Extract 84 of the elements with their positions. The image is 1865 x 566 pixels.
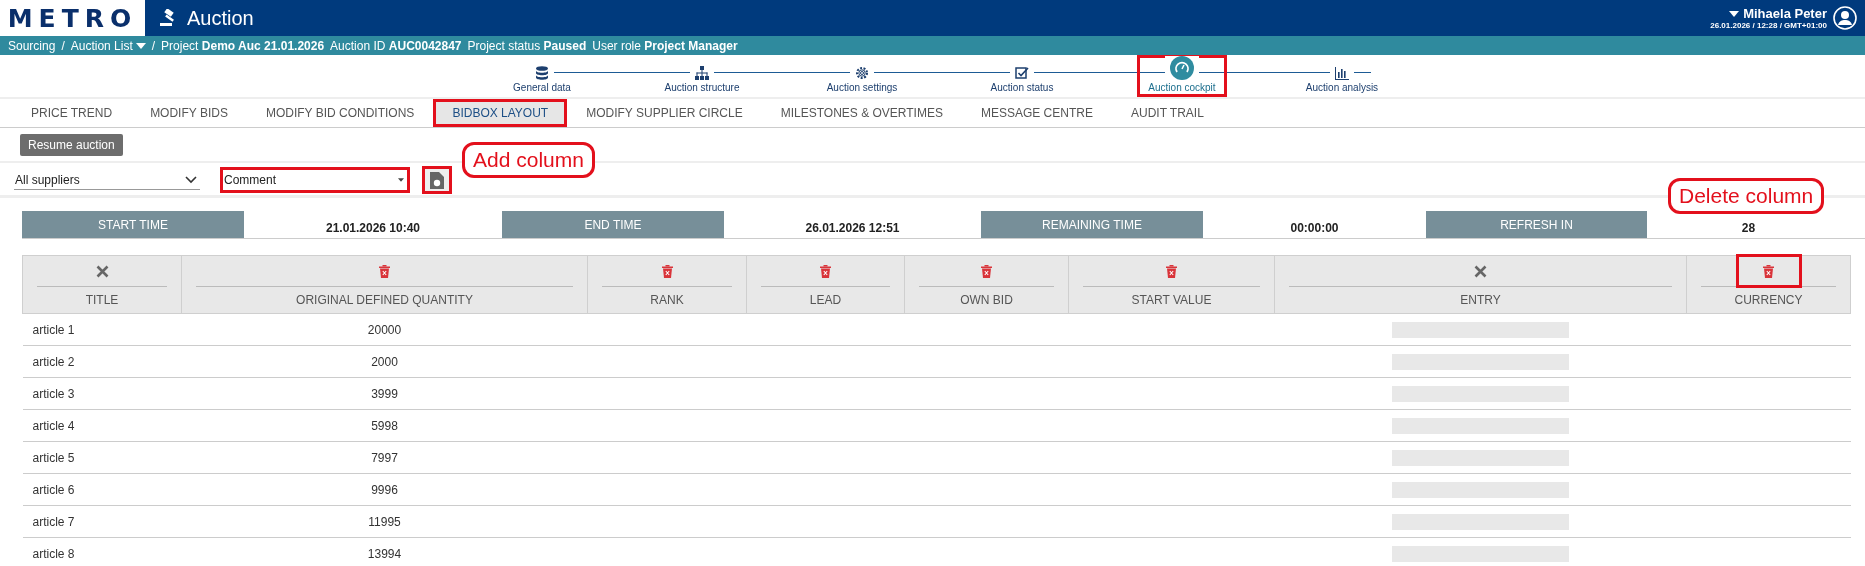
trash-icon [1166,264,1177,278]
gear-icon [855,66,869,80]
project-detail: Project status Paused [467,38,587,53]
caret-icon [1729,10,1740,17]
close-icon [1474,264,1487,278]
tab[interactable]: MODIFY BID CONDITIONS [246,99,434,127]
wizard-step[interactable]: Auction cockpit [1137,55,1227,97]
session-info: 26.01.2026 / 12:28 / GMT+01:00 [1710,21,1827,30]
column-header: START VALUE [1130,292,1213,309]
supplier-dropdown[interactable]: All suppliers [14,170,200,190]
database-icon [535,66,549,80]
annotation-callout: Add column [462,142,595,178]
table-cell: article 3 [32,386,75,401]
time-label: END TIME [502,211,724,238]
time-value: 26.01.2026 12:51 [804,219,901,237]
table-cell: 11995 [368,514,401,529]
column-header: LEAD [808,292,843,309]
trash-icon [981,264,992,278]
column-header: CURRENCY [1733,292,1804,309]
document-icon [430,171,444,189]
caret-icon [135,42,146,49]
wizard-step[interactable]: Auction status [942,55,1102,97]
annotation-callout: Delete column [1668,178,1825,214]
wizard-step[interactable]: Auction settings [782,55,942,97]
trash-icon [379,264,390,278]
trash-icon [1763,264,1774,278]
table-cell: article 2 [32,354,75,369]
time-label: START TIME [22,211,244,238]
checkbox-icon [1015,66,1029,80]
breadcrumb-dropdown[interactable]: Auction List [70,38,146,53]
wizard-step[interactable]: Auction structure [622,55,782,97]
add-column-button[interactable] [422,166,452,194]
table-cell: article 1 [32,322,75,337]
tab[interactable]: BIDBOX LAYOUT [433,99,568,127]
time-label: REMAINING TIME [981,211,1203,238]
tab[interactable]: PRICE TREND [12,99,132,127]
hierarchy-icon [695,66,709,80]
caret-icon [398,178,404,182]
bar-chart-icon [1335,66,1349,80]
table-cell: 9996 [371,482,398,497]
metro-logo: METRO [0,0,145,36]
avatar-icon[interactable] [1833,6,1857,30]
trash-icon [661,264,673,278]
table-cell: article 7 [32,514,75,529]
chevron-icon [185,175,197,184]
wizard-step[interactable]: Auction analysis [1262,55,1422,97]
breadcrumb-separator: / [151,38,156,53]
time-label: REFRESH IN [1426,211,1647,238]
wizard-step[interactable]: General data [462,55,622,97]
column-header: ORIGINAL DEFINED QUANTITY [295,292,474,309]
user-menu[interactable]: Mihaela Peter [1729,6,1827,21]
table-cell: 7997 [371,450,398,465]
tab[interactable]: MESSAGE CENTRE [961,99,1112,127]
column-dropdown[interactable]: Comment [220,167,410,193]
breadcrumb-link[interactable]: Sourcing [8,38,56,53]
tab[interactable]: MODIFY BIDS [131,99,247,127]
trash-icon [820,264,831,278]
table-cell: 13994 [367,546,402,561]
column-header: RANK [649,292,685,309]
tab[interactable]: AUDIT TRAIL [1111,99,1223,127]
resume-auction-button[interactable]: Resume auction [20,134,123,156]
tab[interactable]: MILESTONES & OVERTIMES [761,99,962,127]
project-detail: Project Demo Auc 21.01.2026 [161,38,325,53]
delete-column-button[interactable] [1735,254,1802,288]
table-cell: 5998 [371,418,398,433]
app-title: Auction [187,6,254,30]
close-icon [95,264,109,278]
column-header: OWN BID [959,292,1014,309]
breadcrumb-separator: / [61,38,65,53]
table-cell: article 4 [32,418,75,433]
time-value: 28 [1740,219,1757,237]
table-cell: article 6 [32,482,75,497]
table-cell: article 8 [32,546,75,561]
tab[interactable]: MODIFY SUPPLIER CIRCLE [567,99,762,127]
column-header: ENTRY [1459,292,1502,309]
project-detail: User role Project Manager [592,38,738,53]
table-cell: article 5 [32,450,75,465]
table-cell: 2000 [371,354,398,369]
time-value: 21.01.2026 10:40 [324,219,422,237]
column-header: TITLE [84,292,120,309]
table-cell: 3999 [371,386,398,401]
time-value: 00:00:00 [1289,219,1340,237]
table-cell: 20000 [367,322,402,337]
project-detail: Auction ID AUC0042847 [330,38,462,53]
